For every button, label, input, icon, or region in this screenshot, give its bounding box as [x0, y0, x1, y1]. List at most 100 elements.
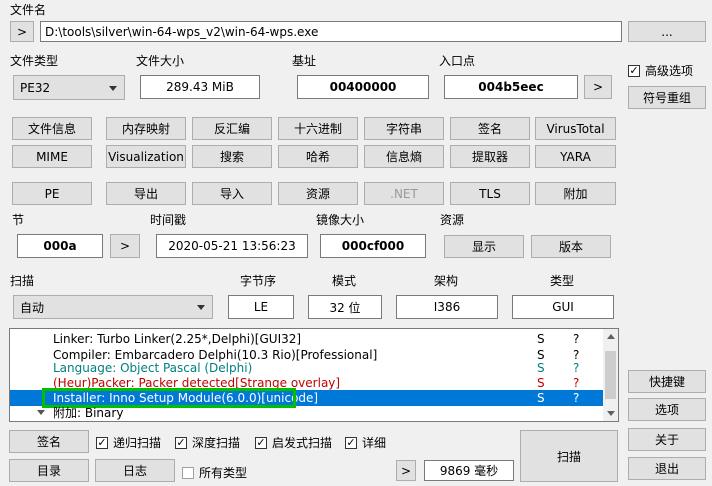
checkbox-unchecked-icon [182, 466, 194, 479]
scroll-up-icon[interactable] [607, 334, 615, 339]
entropy-button[interactable]: 信息熵 [364, 145, 444, 168]
log-button[interactable]: 日志 [95, 459, 175, 482]
about-button[interactable]: 关于 [628, 428, 706, 451]
virustotal-button[interactable]: VirusTotal [535, 117, 616, 140]
version-button[interactable]: 版本 [531, 235, 611, 258]
visualization-button[interactable]: Visualization [106, 145, 186, 168]
section-label: 节 [12, 213, 25, 227]
heuristic-scan-checkbox[interactable]: ✓ 启发式扫描 [255, 434, 332, 451]
exports-button[interactable]: 导出 [106, 182, 186, 205]
timestamp-label: 时间戳 [150, 213, 187, 227]
advanced-options-checkbox[interactable]: ✓ 高级选项 [628, 62, 693, 79]
file-info-button[interactable]: 文件信息 [12, 117, 92, 140]
scan-results-tree[interactable]: Linker: Turbo Linker(2.25*,Delphi)[GUI32… [9, 328, 619, 422]
file-type-value: PE32 [20, 80, 51, 95]
result-text: Language: Object Pascal (Delphi) [53, 361, 253, 375]
result-row[interactable]: Language: Object Pascal (Delphi) S ? [10, 360, 604, 376]
result-info-marker[interactable]: ? [573, 375, 579, 391]
mime-button[interactable]: MIME [12, 145, 92, 168]
yara-button[interactable]: YARA [535, 145, 616, 168]
scan-mode-select[interactable]: 自动 [13, 295, 213, 319]
file-path-input[interactable]: D:\tools\silver\win-64-wps_v2\win-64-wps… [40, 21, 622, 42]
scroll-thumb[interactable] [605, 351, 616, 399]
imports-button[interactable]: 导入 [192, 182, 272, 205]
result-text: Linker: Turbo Linker(2.25*,Delphi)[GUI32… [53, 332, 302, 346]
entry-point-label: 入口点 [439, 54, 476, 68]
resources-label: 资源 [440, 213, 465, 227]
entry-point-nav-button[interactable]: > [584, 75, 612, 99]
hash-button[interactable]: 哈希 [278, 145, 358, 168]
recursive-scan-checkbox[interactable]: ✓ 递归扫描 [96, 434, 161, 451]
recursive-scan-label: 递归扫描 [113, 436, 162, 450]
checkbox-checked-icon: ✓ [345, 435, 357, 449]
checkbox-checked-icon: ✓ [255, 435, 267, 449]
image-size-field: 000cf000 [320, 234, 426, 258]
scan-label: 扫描 [10, 274, 35, 288]
endianness-field: LE [228, 295, 294, 319]
result-signature-marker[interactable]: S [537, 331, 545, 347]
file-nav-button[interactable]: > [10, 21, 34, 42]
tree-expander-icon[interactable] [37, 410, 45, 415]
bit-mode-field: 32 位 [308, 295, 382, 319]
file-size-label: 文件大小 [136, 54, 185, 68]
advanced-options-label: 高级选项 [645, 64, 694, 78]
shortcuts-button[interactable]: 快捷键 [628, 370, 706, 393]
type-field: GUI [512, 295, 614, 319]
result-signature-marker[interactable]: S [537, 360, 545, 376]
scroll-down-icon[interactable] [607, 411, 615, 416]
result-row[interactable]: Linker: Turbo Linker(2.25*,Delphi)[GUI32… [10, 331, 604, 347]
symbol-demangle-button[interactable]: 符号重组 [628, 86, 706, 109]
results-scrollbar[interactable] [603, 329, 618, 421]
result-signature-marker[interactable]: S [537, 375, 545, 391]
extractor-button[interactable]: 提取器 [450, 145, 530, 168]
section-nav-button[interactable]: > [110, 234, 140, 258]
memory-map-button[interactable]: 内存映射 [106, 117, 186, 140]
overlay-button[interactable]: 附加 [535, 182, 616, 205]
resources-button[interactable]: 资源 [278, 182, 358, 205]
time-nav-button[interactable]: > [396, 460, 416, 481]
pe-button[interactable]: PE [12, 182, 92, 205]
section-count-field: 000a [17, 234, 103, 258]
signature-button[interactable]: 签名 [9, 430, 89, 453]
result-info-marker[interactable]: ? [573, 390, 579, 406]
options-button[interactable]: 选项 [628, 398, 706, 421]
signatures-button[interactable]: 签名 [450, 117, 530, 140]
endianness-label: 字节序 [240, 274, 277, 288]
file-name-label: 文件名 [10, 3, 47, 17]
tls-button[interactable]: TLS [450, 182, 530, 205]
result-info-marker[interactable]: ? [573, 360, 579, 376]
file-type-label: 文件类型 [10, 54, 59, 68]
directory-button[interactable]: 目录 [9, 459, 89, 482]
result-text: 附加: Binary [53, 406, 124, 420]
file-size-field: 289.43 MiB [140, 75, 260, 99]
checkbox-checked-icon: ✓ [628, 63, 640, 77]
browse-button[interactable]: ... [628, 21, 706, 42]
result-info-marker[interactable]: ? [573, 331, 579, 347]
dotnet-button[interactable]: .NET [364, 182, 444, 205]
verbose-label: 详细 [362, 436, 387, 450]
strings-button[interactable]: 字符串 [364, 117, 444, 140]
scan-button[interactable]: 扫描 [520, 430, 618, 482]
checkbox-checked-icon: ✓ [175, 435, 187, 449]
file-type-select[interactable]: PE32 [13, 75, 125, 100]
show-button[interactable]: 显示 [444, 235, 524, 258]
type-label: 类型 [550, 274, 575, 288]
architecture-field: I386 [396, 295, 498, 319]
heuristic-scan-label: 启发式扫描 [272, 436, 333, 450]
base-address-label: 基址 [292, 54, 317, 68]
verbose-checkbox[interactable]: ✓ 详细 [345, 434, 386, 451]
exit-button[interactable]: 退出 [628, 457, 706, 480]
disassembly-button[interactable]: 反汇编 [192, 117, 272, 140]
deep-scan-checkbox[interactable]: ✓ 深度扫描 [175, 434, 240, 451]
chevron-down-icon [197, 305, 205, 310]
search-button[interactable]: 搜索 [192, 145, 272, 168]
timestamp-field: 2020-05-21 13:56:23 [156, 234, 308, 258]
checkbox-checked-icon: ✓ [96, 435, 108, 449]
architecture-label: 架构 [434, 274, 459, 288]
all-types-checkbox[interactable]: 所有类型 [182, 464, 247, 481]
image-size-label: 镜像大小 [316, 213, 365, 227]
result-row[interactable]: 附加: Binary [10, 405, 604, 421]
result-signature-marker[interactable]: S [537, 390, 545, 406]
scan-mode-value: 自动 [20, 300, 45, 315]
hex-button[interactable]: 十六进制 [278, 117, 358, 140]
